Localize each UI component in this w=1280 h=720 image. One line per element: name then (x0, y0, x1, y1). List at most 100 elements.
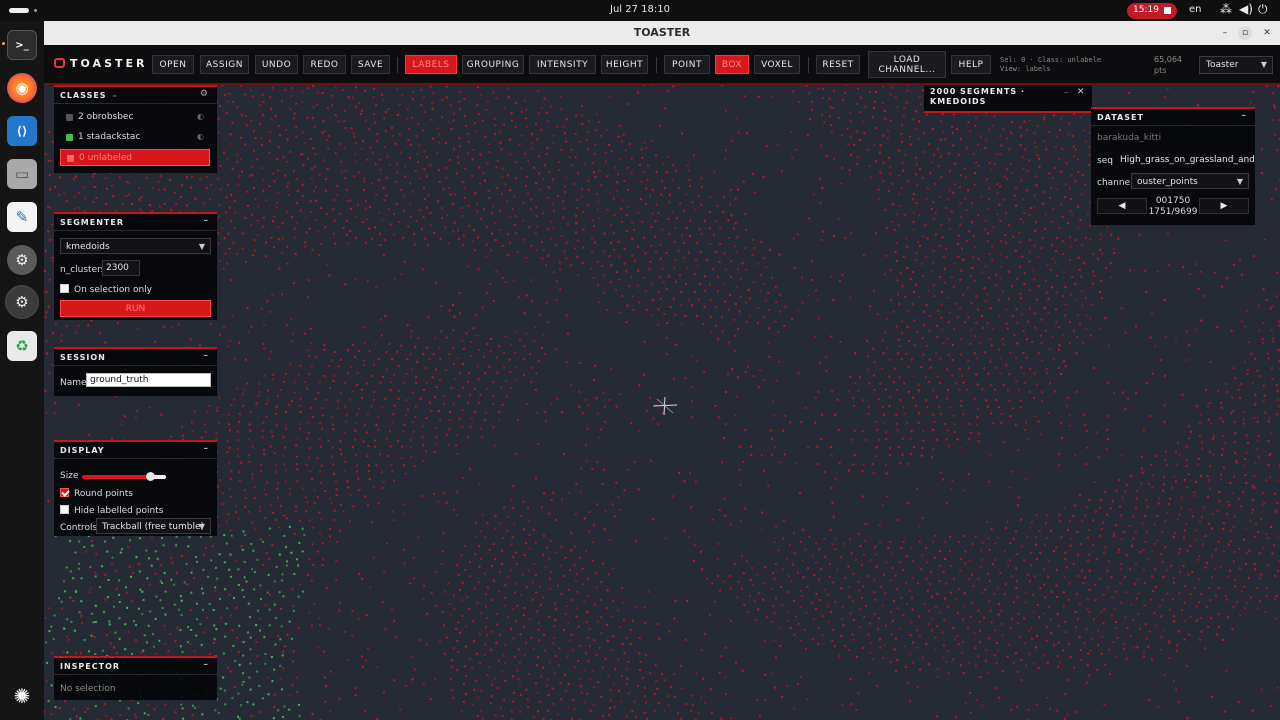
cloud-point[interactable] (1232, 606, 1235, 609)
cloud-point[interactable] (1153, 542, 1156, 545)
cloud-point[interactable] (692, 559, 695, 562)
cloud-point[interactable] (1231, 492, 1234, 495)
cloud-point[interactable] (986, 293, 989, 296)
cloud-point[interactable] (269, 350, 272, 353)
cloud-point[interactable] (772, 639, 775, 642)
cloud-point[interactable] (533, 715, 536, 718)
cloud-point[interactable] (778, 310, 781, 313)
cloud-point[interactable] (951, 131, 954, 134)
cloud-point[interactable] (1086, 446, 1089, 449)
cloud-point[interactable] (1042, 654, 1045, 657)
cloud-point[interactable] (929, 172, 932, 175)
cloud-point[interactable] (609, 699, 612, 702)
cloud-point[interactable] (1243, 607, 1246, 610)
cloud-point[interactable] (378, 158, 381, 161)
labelled-point[interactable] (106, 596, 109, 599)
cloud-point[interactable] (435, 436, 438, 438)
cloud-point[interactable] (832, 628, 835, 631)
cloud-point[interactable] (492, 543, 495, 545)
labelled-point[interactable] (281, 579, 284, 582)
cloud-point[interactable] (1222, 528, 1225, 530)
cloud-point[interactable] (277, 226, 280, 229)
cloud-point[interactable] (546, 228, 549, 231)
cloud-point[interactable] (888, 375, 891, 378)
cloud-point[interactable] (799, 589, 802, 592)
cloud-point[interactable] (441, 207, 443, 210)
cloud-point[interactable] (398, 221, 401, 223)
cloud-point[interactable] (403, 260, 406, 263)
cloud-point[interactable] (955, 716, 958, 718)
cloud-point[interactable] (422, 598, 425, 601)
cloud-point[interactable] (1070, 537, 1073, 540)
cloud-point[interactable] (150, 536, 153, 539)
cloud-point[interactable] (856, 102, 858, 105)
cloud-point[interactable] (1245, 601, 1248, 604)
cloud-point[interactable] (1017, 622, 1020, 625)
cloud-point[interactable] (410, 116, 413, 119)
cloud-point[interactable] (294, 253, 297, 255)
cloud-point[interactable] (205, 616, 208, 619)
cloud-point[interactable] (514, 591, 516, 594)
cloud-point[interactable] (477, 236, 480, 239)
cloud-point[interactable] (915, 252, 918, 255)
labelled-point[interactable] (208, 603, 211, 606)
cloud-point[interactable] (1236, 461, 1239, 464)
cloud-point[interactable] (1028, 260, 1031, 263)
cloud-point[interactable] (609, 688, 612, 691)
cloud-point[interactable] (1022, 330, 1025, 333)
cloud-point[interactable] (865, 438, 868, 441)
cloud-point[interactable] (592, 541, 595, 544)
cloud-point[interactable] (775, 597, 777, 600)
cloud-point[interactable] (317, 392, 320, 394)
cloud-point[interactable] (447, 443, 450, 446)
cloud-point[interactable] (596, 260, 599, 263)
cloud-point[interactable] (496, 186, 499, 189)
labelled-point[interactable] (154, 550, 157, 553)
cloud-point[interactable] (1077, 171, 1080, 173)
labelled-point[interactable] (213, 638, 216, 641)
cloud-point[interactable] (749, 595, 752, 598)
cloud-point[interactable] (819, 144, 822, 147)
cloud-point[interactable] (1175, 649, 1178, 652)
cloud-point[interactable] (1099, 238, 1102, 241)
cloud-point[interactable] (585, 550, 588, 552)
labelled-point[interactable] (190, 628, 193, 631)
cloud-point[interactable] (913, 344, 916, 347)
cloud-point[interactable] (877, 188, 880, 191)
cloud-point[interactable] (462, 477, 465, 480)
cloud-point[interactable] (471, 158, 474, 161)
cloud-point[interactable] (827, 594, 830, 597)
cloud-point[interactable] (621, 199, 624, 202)
cloud-point[interactable] (1267, 357, 1270, 360)
cloud-point[interactable] (935, 352, 938, 355)
cloud-point[interactable] (333, 509, 336, 512)
cloud-point[interactable] (925, 344, 928, 347)
cloud-point[interactable] (268, 185, 271, 187)
cloud-point[interactable] (1038, 352, 1040, 355)
cloud-point[interactable] (970, 711, 972, 714)
cloud-point[interactable] (611, 567, 614, 570)
cloud-point[interactable] (284, 423, 287, 426)
cloud-point[interactable] (310, 167, 313, 170)
cloud-point[interactable] (963, 489, 966, 492)
cloud-point[interactable] (438, 346, 441, 349)
cloud-point[interactable] (423, 584, 426, 587)
cloud-point[interactable] (680, 322, 683, 325)
cloud-point[interactable] (474, 130, 477, 133)
cloud-point[interactable] (620, 700, 623, 703)
labelled-point[interactable] (212, 609, 215, 611)
cloud-point[interactable] (500, 192, 503, 195)
cloud-point[interactable] (834, 413, 836, 416)
cloud-point[interactable] (964, 321, 967, 324)
cloud-point[interactable] (1055, 568, 1058, 571)
cloud-point[interactable] (384, 238, 386, 241)
cloud-point[interactable] (637, 91, 640, 94)
cloud-point[interactable] (392, 413, 395, 416)
cloud-point[interactable] (512, 691, 515, 694)
cloud-point[interactable] (814, 335, 816, 338)
cloud-point[interactable] (171, 561, 174, 564)
cloud-point[interactable] (345, 219, 348, 222)
cloud-point[interactable] (131, 572, 134, 574)
cloud-point[interactable] (1209, 599, 1212, 602)
cloud-point[interactable] (988, 548, 991, 551)
